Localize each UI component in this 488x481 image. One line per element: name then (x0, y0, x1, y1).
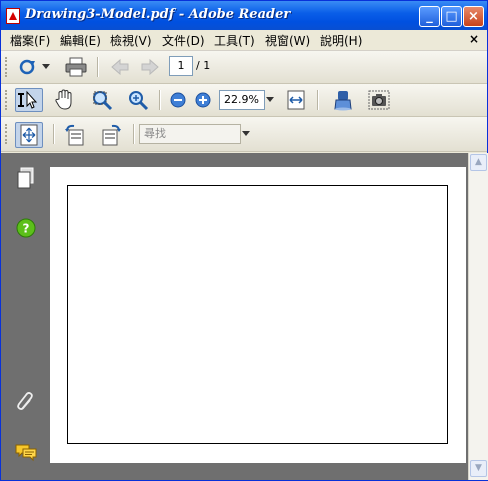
maximize-button[interactable]: □ (441, 6, 462, 27)
find-toolbar: 尋找 (1, 117, 487, 152)
toolbar-grip[interactable] (5, 57, 10, 77)
dynamic-zoom-icon[interactable] (127, 89, 149, 111)
chevron-down-icon[interactable] (265, 89, 275, 111)
svg-text:?: ? (23, 222, 30, 236)
document-close-button[interactable]: × (469, 32, 479, 46)
pages-icon[interactable] (15, 167, 37, 189)
organizer-icon[interactable] (17, 56, 39, 78)
next-page-icon[interactable] (139, 56, 161, 78)
vertical-scrollbar[interactable]: ▲ ▼ (468, 153, 488, 480)
drawing-frame (67, 185, 448, 444)
toolbar-separator (159, 90, 161, 110)
minimize-button[interactable]: _ (419, 6, 440, 27)
print-icon[interactable] (65, 56, 87, 78)
application-window: Drawing3-Model.pdf - Adobe Reader _ □ × … (0, 0, 488, 481)
attachments-icon[interactable] (15, 391, 37, 413)
menu-file[interactable]: 檔案(F) (10, 32, 50, 49)
toolbar-grip[interactable] (5, 90, 10, 110)
rotate-counterclockwise-icon[interactable] (63, 123, 87, 147)
zoom-in-icon[interactable] (192, 89, 214, 111)
page-total-label: / 1 (196, 59, 211, 72)
menu-tools[interactable]: 工具(T) (214, 32, 255, 49)
loupe-tool-icon[interactable] (331, 88, 355, 112)
fit-width-icon[interactable] (285, 89, 307, 111)
hand-tool-icon[interactable] (53, 89, 75, 111)
toolbar-separator (317, 90, 319, 110)
menu-document[interactable]: 文件(D) (162, 32, 205, 49)
view-toolbar: 22.9% (1, 84, 487, 117)
scroll-up-button[interactable]: ▲ (470, 154, 487, 171)
rotate-clockwise-icon[interactable] (99, 123, 123, 147)
help-icon[interactable]: ? (15, 217, 37, 239)
marquee-zoom-icon[interactable] (91, 89, 113, 111)
comments-icon[interactable] (15, 441, 37, 463)
chevron-down-icon[interactable] (41, 56, 51, 78)
toolbar-separator (53, 124, 55, 144)
close-button[interactable]: × (463, 6, 484, 27)
select-tool-icon[interactable] (15, 88, 43, 112)
scroll-down-button[interactable]: ▼ (470, 460, 487, 477)
fit-page-icon[interactable] (15, 122, 43, 148)
menu-edit[interactable]: 編輯(E) (60, 32, 101, 49)
menu-window[interactable]: 視窗(W) (265, 32, 310, 49)
page-number-input[interactable]: 1 (169, 56, 193, 76)
pdf-file-icon (6, 8, 20, 24)
toolbar-separator (133, 124, 135, 144)
zoom-out-icon[interactable] (167, 89, 189, 111)
previous-page-icon[interactable] (109, 56, 131, 78)
menu-help[interactable]: 說明(H) (320, 32, 362, 49)
window-title: Drawing3-Model.pdf - Adobe Reader (25, 7, 291, 22)
toolbar-grip[interactable] (5, 124, 10, 144)
snapshot-tool-icon[interactable] (367, 88, 391, 112)
zoom-level-input[interactable]: 22.9% (219, 90, 265, 110)
navigation-pane: ? (5, 155, 48, 462)
menu-bar: 檔案(F) 編輯(E) 檢視(V) 文件(D) 工具(T) 視窗(W) 說明(H… (1, 30, 487, 51)
toolbar-separator (97, 57, 99, 77)
find-input[interactable]: 尋找 (139, 124, 241, 144)
chevron-down-icon[interactable] (241, 124, 251, 144)
menu-view[interactable]: 檢視(V) (110, 32, 152, 49)
title-bar[interactable]: Drawing3-Model.pdf - Adobe Reader _ □ × (1, 1, 487, 31)
file-toolbar: 1 / 1 (1, 51, 487, 84)
